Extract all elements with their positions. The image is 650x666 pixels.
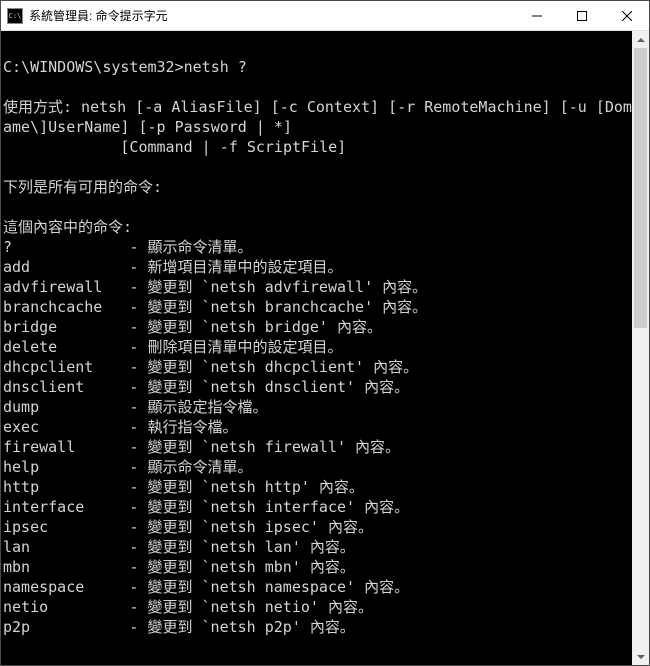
scroll-up-button[interactable]: [632, 31, 649, 48]
maximize-button[interactable]: [559, 1, 604, 30]
terminal-output[interactable]: C:\WINDOWS\system32>netsh ? 使用方式: netsh …: [1, 31, 632, 665]
scrollbar-track[interactable]: [632, 48, 649, 648]
minimize-button[interactable]: [514, 1, 559, 30]
scrollbar-thumb[interactable]: [634, 48, 647, 328]
cmd-icon: C:\: [7, 8, 23, 24]
scroll-down-button[interactable]: [632, 648, 649, 665]
close-button[interactable]: [604, 1, 649, 30]
terminal-area: C:\WINDOWS\system32>netsh ? 使用方式: netsh …: [1, 31, 649, 665]
vertical-scrollbar[interactable]: [632, 31, 649, 665]
titlebar[interactable]: C:\ 系統管理員: 命令提示字元: [1, 1, 649, 31]
command-prompt-window: C:\ 系統管理員: 命令提示字元 C:\WINDOWS\system32>ne…: [0, 0, 650, 666]
window-controls: [514, 1, 649, 30]
window-title: 系統管理員: 命令提示字元: [29, 7, 514, 24]
